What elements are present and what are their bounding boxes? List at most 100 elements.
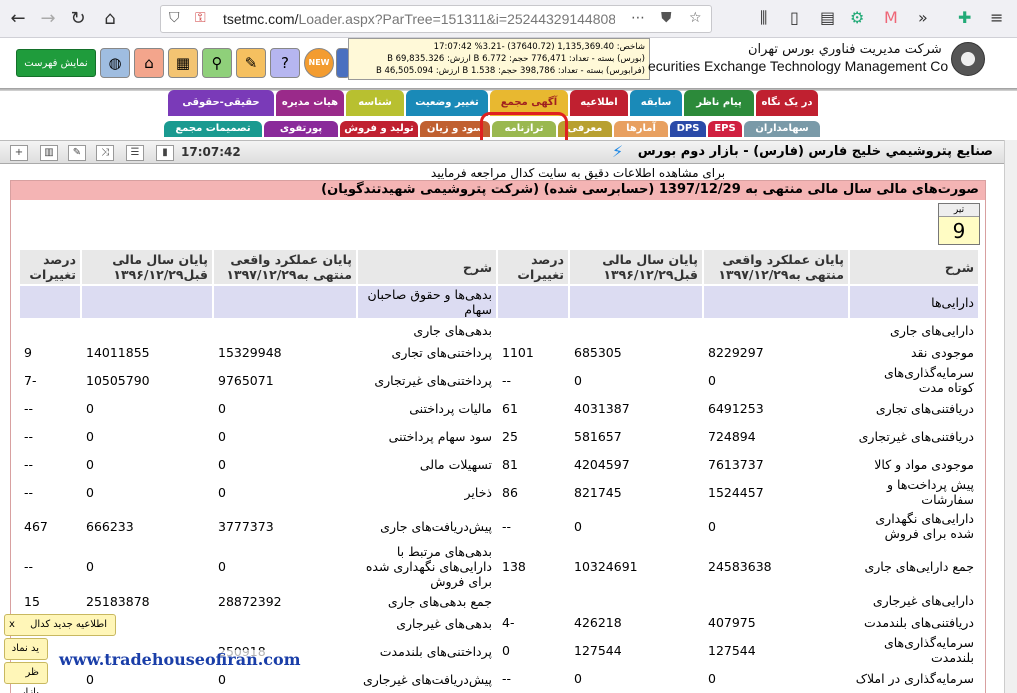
table-row: بدهی‌های جاری bbox=[18, 318, 498, 342]
row-change: 467 bbox=[18, 508, 82, 544]
bookmark-star-icon[interactable]: ☆ bbox=[689, 10, 702, 26]
row-label: پرداختنی‌های بلندمدت bbox=[356, 633, 498, 669]
reader-icon[interactable]: ▤ bbox=[820, 8, 835, 27]
forward-icon[interactable]: → bbox=[36, 7, 60, 31]
row-actual: 0 bbox=[212, 542, 358, 591]
table-row: پیش پرداخت‌ها و سفارشات 1524457 821745 86 bbox=[496, 474, 980, 510]
popup-market[interactable]: ظر بازار bbox=[4, 662, 48, 693]
row-actual bbox=[702, 318, 850, 342]
row-change: 4- bbox=[496, 610, 570, 634]
watermark: www.tradehouseofiran.com bbox=[55, 650, 305, 669]
tab-meeting-decisions[interactable]: تصمیمات مجمع bbox=[164, 121, 262, 137]
reload-icon[interactable]: ↻ bbox=[66, 7, 90, 31]
row-prev: 0 bbox=[80, 452, 214, 476]
row-label: تسهیلات مالی bbox=[356, 452, 498, 476]
tab-portfolio[interactable]: پورتفوی bbox=[264, 121, 338, 137]
row-actual: 0 bbox=[212, 474, 358, 510]
row-change: -- bbox=[18, 452, 82, 476]
page-actions-icon[interactable]: ⋯ bbox=[631, 10, 645, 26]
row-actual: 407975 bbox=[702, 610, 850, 634]
help-icon[interactable]: ? bbox=[270, 48, 300, 78]
row-change: -- bbox=[18, 474, 82, 510]
row-change bbox=[496, 588, 570, 612]
tab-announcements[interactable]: اطلاعیه bbox=[570, 90, 628, 116]
address-bar[interactable]: ⛉ ⚿ tsetmc.com/Loader.aspx?ParTree=15131… bbox=[160, 5, 712, 33]
search-icon[interactable]: ⚲ bbox=[202, 48, 232, 78]
tab-statistics[interactable]: آمارها bbox=[614, 121, 668, 137]
tab-eps[interactable]: EPS bbox=[708, 121, 742, 137]
tab-dps[interactable]: DPS bbox=[670, 121, 706, 137]
table-row: پیش‌دریافت‌های غیرجاری00-- bbox=[18, 667, 498, 691]
row-label: پرداختنی‌های تجاری bbox=[356, 340, 498, 364]
chat-icon[interactable]: ✎ bbox=[236, 48, 266, 78]
table-row: مالیات پرداختنی 0 0 -- bbox=[18, 396, 498, 420]
add-icon[interactable]: + bbox=[10, 145, 28, 161]
row-label: سرمایه‌گذاری‌های بلندمدت bbox=[848, 632, 980, 668]
row-actual: 0 bbox=[212, 452, 358, 476]
table-row: سرمایه‌گذاری‌های کوتاه مدت 0 0 -- bbox=[496, 362, 980, 398]
tab-shareholders[interactable]: سهامداران bbox=[744, 121, 820, 137]
row-prev bbox=[80, 318, 214, 342]
edit-icon[interactable]: ✎ bbox=[68, 145, 86, 161]
close-icon[interactable]: x bbox=[9, 615, 15, 635]
globe-icon[interactable]: ◍ bbox=[100, 48, 130, 78]
insecure-lock-icon[interactable]: ⚿ bbox=[195, 10, 206, 26]
col-actual: پایان عملکرد واقعی منتهی به۱۳۹۷/۱۲/۲۹ bbox=[702, 248, 850, 286]
extension-icon[interactable]: ⚙ bbox=[850, 8, 864, 27]
row-label: دارایی‌های غیرجاری bbox=[848, 588, 980, 612]
table-row: دارایی‌های نگهداری شده برای فروش 0 0 -- bbox=[496, 508, 980, 544]
back-icon[interactable]: ← bbox=[6, 7, 30, 31]
row-actual: 6491253 bbox=[702, 396, 850, 420]
bar-chart-icon[interactable]: ▮ bbox=[156, 145, 174, 161]
overflow-chevron-icon[interactable]: » bbox=[918, 8, 928, 27]
table-row: پرداختنی‌های تجاری 15329948 14011855 9 bbox=[18, 340, 498, 364]
tab-supervisor-message[interactable]: پیام ناظر bbox=[684, 90, 754, 116]
tab-status-change[interactable]: تغییر وضعیت bbox=[406, 90, 488, 116]
row-label: ذخایر bbox=[356, 474, 498, 510]
pocket-icon[interactable]: ⛊ bbox=[661, 10, 672, 26]
popup-codal[interactable]: اطلاعیه جدید کدال x bbox=[4, 614, 116, 636]
row-change: 7- bbox=[18, 362, 82, 398]
table-row: جمع بدهی‌های جاری 28872392 25183878 15 bbox=[18, 589, 498, 613]
row-change: 0 bbox=[496, 632, 570, 668]
table-row: بدهی‌ها و حقوق صاحبان سهام bbox=[18, 284, 498, 320]
row-actual bbox=[702, 284, 850, 320]
toolbar-time: 17:07:42 bbox=[181, 145, 241, 159]
tab-board[interactable]: هیات مدیره bbox=[276, 90, 344, 116]
tab-identity[interactable]: شناسه bbox=[346, 90, 404, 116]
row-change bbox=[496, 318, 570, 342]
tab-overview[interactable]: در یک نگاه bbox=[756, 90, 818, 116]
new-badge[interactable]: NEW bbox=[304, 48, 334, 78]
menu-hamburger-icon[interactable]: ≡ bbox=[990, 8, 1003, 27]
chart-icon[interactable]: ⤨ bbox=[96, 145, 114, 161]
extension-m-icon[interactable]: M bbox=[884, 8, 898, 27]
url-domain: tsetmc.com/ bbox=[223, 11, 299, 27]
list-icon[interactable]: ☰ bbox=[126, 145, 144, 161]
url-text[interactable]: tsetmc.com/Loader.aspx?ParTree=151311&i=… bbox=[223, 11, 615, 27]
row-prev: 0 bbox=[568, 362, 704, 398]
home-icon[interactable]: ⌂ bbox=[98, 7, 122, 31]
page-title: صنايع پتروشيمي خليج فارس (فارس) - بازار … bbox=[637, 144, 993, 159]
table-row: دارایی‌های غیرجاری bbox=[496, 588, 980, 612]
row-label: مالیات پرداختنی bbox=[356, 396, 498, 420]
shield-icon[interactable]: ⛉ bbox=[169, 10, 180, 26]
tab-production-sales[interactable]: تولید و فروش bbox=[340, 121, 418, 137]
company-name-fa: شركت مديريت فناوري بورس تهران bbox=[748, 42, 942, 57]
tab-history[interactable]: سابقه bbox=[630, 90, 682, 116]
col-change: درصد تغییرات bbox=[496, 248, 570, 286]
popup-symbol[interactable]: ید نماد bbox=[4, 638, 48, 660]
row-change: 25 bbox=[496, 418, 570, 454]
extensions-puzzle-icon[interactable]: ✚ bbox=[958, 8, 971, 27]
grid-icon[interactable]: ▦ bbox=[168, 48, 198, 78]
show-menu-button[interactable]: نمایش فهرست bbox=[16, 49, 96, 77]
tab-real-legal[interactable]: حقیقی-حقوقی bbox=[168, 90, 274, 116]
library-icon[interactable]: ⫼ bbox=[760, 8, 767, 28]
row-change: -- bbox=[496, 666, 570, 690]
row-label: سود سهام پرداختنی bbox=[356, 418, 498, 454]
home-site-icon[interactable]: ⌂ bbox=[134, 48, 164, 78]
row-change: -- bbox=[18, 542, 82, 591]
filter-icon[interactable]: ▥ bbox=[40, 145, 58, 161]
page-scrollbar[interactable] bbox=[1004, 140, 1017, 693]
sidebar-icon[interactable]: ▯ bbox=[790, 8, 799, 27]
row-actual: 8229297 bbox=[702, 340, 850, 364]
